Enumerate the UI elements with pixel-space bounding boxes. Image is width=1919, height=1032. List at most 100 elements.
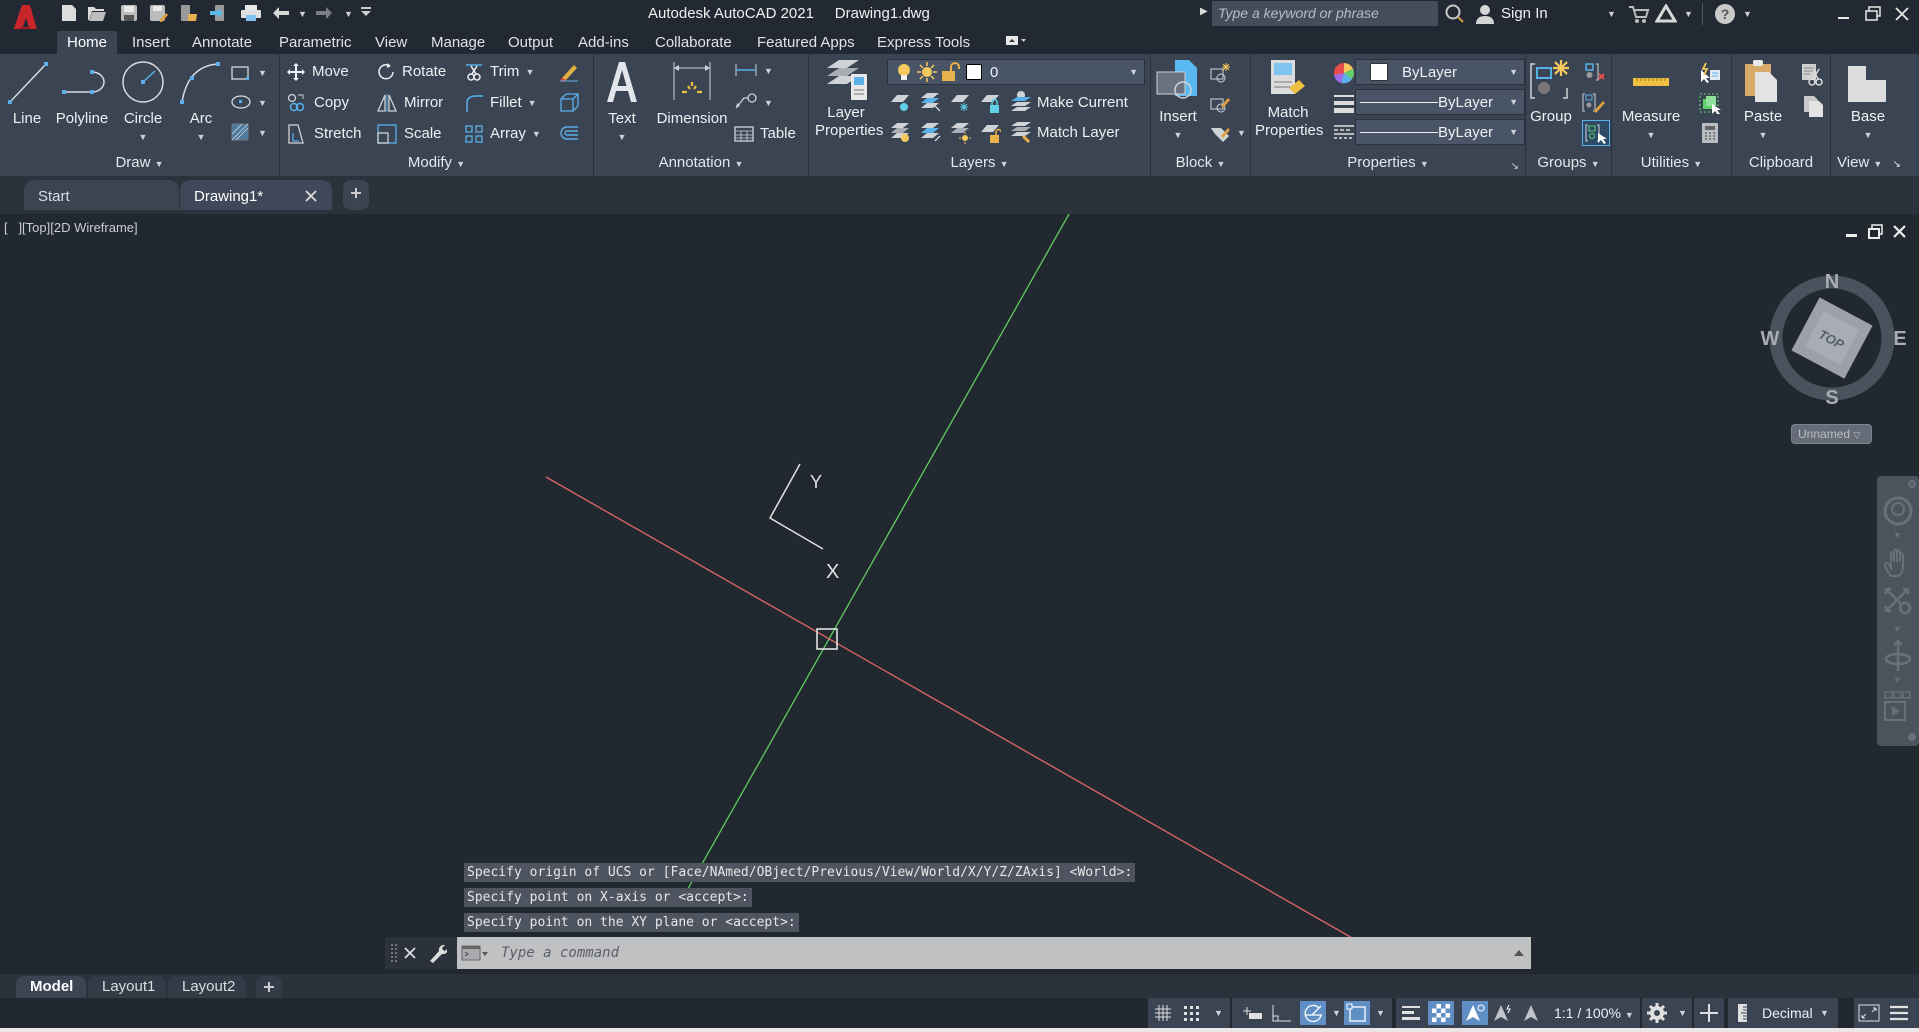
viewport-close-icon[interactable] bbox=[1892, 224, 1908, 240]
arc-button[interactable]: Arc ▼ bbox=[178, 58, 224, 146]
tab-output[interactable]: Output bbox=[498, 31, 563, 54]
calculator-icon[interactable] bbox=[1700, 122, 1720, 144]
groups-panel-title[interactable]: Groups ▼ bbox=[1526, 154, 1611, 174]
tab-home[interactable]: Home bbox=[57, 31, 118, 54]
open-from-mobile-icon[interactable] bbox=[178, 4, 200, 24]
auto-scale-toggle[interactable] bbox=[1490, 1001, 1516, 1025]
circle-dropdown-icon[interactable]: ▼ bbox=[120, 128, 166, 146]
tab-insert[interactable]: Insert bbox=[122, 31, 180, 54]
orbit-dropdown-icon[interactable]: ▼ bbox=[1893, 675, 1902, 685]
customize-quick-access-icon[interactable] bbox=[355, 4, 377, 24]
redo-dropdown-icon[interactable]: ▼ bbox=[344, 9, 353, 19]
help-dropdown-icon[interactable]: ▼ bbox=[1743, 9, 1752, 19]
viewport-minimize-icon[interactable] bbox=[1845, 226, 1859, 240]
paste-dropdown-icon[interactable]: ▼ bbox=[1740, 126, 1786, 144]
tab-model[interactable]: Model bbox=[16, 976, 86, 998]
base-dropdown-icon[interactable]: ▼ bbox=[1845, 126, 1891, 144]
fillet-button[interactable]: Fillet ▼ bbox=[464, 90, 537, 116]
match-layer-button[interactable]: Match Layer bbox=[1037, 120, 1120, 146]
open-icon[interactable] bbox=[86, 4, 108, 24]
properties-panel-title[interactable]: Properties ▼ bbox=[1251, 154, 1525, 174]
workspace-switching-button[interactable] bbox=[1644, 1001, 1670, 1025]
ellipse-dropdown-icon[interactable]: ▼ bbox=[258, 98, 267, 108]
sign-in-button[interactable]: Sign In bbox=[1501, 5, 1548, 22]
ortho-toggle[interactable] bbox=[1268, 1001, 1294, 1025]
layer-unlock-all-icon[interactable] bbox=[979, 122, 1001, 144]
object-color-dropdown[interactable]: ByLayer ▼ bbox=[1355, 59, 1525, 85]
block-panel-title[interactable]: Block ▼ bbox=[1151, 154, 1250, 174]
pan-icon[interactable] bbox=[1883, 548, 1913, 578]
snap-toggle[interactable] bbox=[1178, 1001, 1204, 1025]
orbit-icon[interactable] bbox=[1883, 639, 1913, 673]
navbar-close-icon[interactable] bbox=[1907, 479, 1917, 489]
close-icon[interactable] bbox=[1893, 5, 1911, 23]
linetype-dropdown[interactable]: ByLayer ▼ bbox=[1355, 119, 1525, 145]
view-panel-title[interactable]: View ▼ ↘ bbox=[1831, 154, 1919, 174]
ucs-menu-dropdown[interactable]: Unnamed ▽ bbox=[1791, 424, 1872, 444]
object-snap-toggle[interactable] bbox=[1344, 1001, 1370, 1025]
zoom-extents-icon[interactable] bbox=[1883, 586, 1913, 618]
group-selection-toggle[interactable] bbox=[1582, 120, 1610, 146]
tab-start[interactable]: Start bbox=[24, 180, 179, 210]
match-properties-button[interactable]: Match Properties bbox=[1255, 58, 1323, 140]
insert-button[interactable]: Insert ▼ bbox=[1155, 58, 1201, 144]
dynamic-input-toggle[interactable] bbox=[1240, 1001, 1266, 1025]
measure-dropdown-icon[interactable]: ▼ bbox=[1618, 126, 1684, 144]
tab-annotate[interactable]: Annotate bbox=[182, 31, 262, 54]
plot-icon[interactable] bbox=[240, 4, 262, 24]
steering-wheel-icon[interactable] bbox=[1883, 496, 1913, 528]
insert-dropdown-icon[interactable]: ▼ bbox=[1155, 126, 1201, 144]
units-dropdown-icon[interactable]: ▼ bbox=[1820, 1008, 1829, 1018]
transparency-toggle[interactable] bbox=[1428, 1001, 1454, 1025]
ribbon-minimize-icon[interactable] bbox=[1005, 34, 1027, 48]
compass-south[interactable]: S bbox=[1825, 387, 1838, 409]
dimension-button[interactable]: Dimension bbox=[654, 58, 730, 128]
mirror-button[interactable]: Mirror bbox=[376, 90, 443, 116]
paste-button[interactable]: Paste ▼ bbox=[1740, 58, 1786, 144]
lineweight-dropdown-caret-icon[interactable]: ▼ bbox=[1509, 97, 1518, 107]
rectangle-dropdown-icon[interactable]: ▼ bbox=[258, 68, 267, 78]
layer-on-all-icon[interactable] bbox=[889, 122, 911, 144]
layer-lock-icon[interactable] bbox=[979, 92, 1001, 114]
command-input[interactable]: Type a command bbox=[457, 937, 1531, 969]
layer-dropdown[interactable]: 0 ▼ bbox=[887, 59, 1145, 85]
annotation-panel-title[interactable]: Annotation ▼ bbox=[594, 154, 808, 174]
ucs-icon[interactable]: Y X bbox=[768, 463, 839, 583]
draw-panel-title[interactable]: Draw ▼ bbox=[0, 154, 279, 174]
annotation-visibility-toggle[interactable] bbox=[1462, 1001, 1488, 1025]
edit-block-icon[interactable] bbox=[1209, 92, 1231, 114]
new-icon[interactable] bbox=[58, 4, 80, 24]
trim-button[interactable]: Trim ▼ bbox=[464, 59, 534, 85]
layer-thaw-all-icon[interactable] bbox=[949, 122, 971, 144]
cart-icon[interactable] bbox=[1628, 5, 1650, 25]
layer-unisolate-icon[interactable] bbox=[919, 122, 941, 144]
save-to-mobile-icon[interactable] bbox=[208, 4, 230, 24]
layer-dropdown-caret-icon[interactable]: ▼ bbox=[1129, 67, 1138, 77]
erase-icon[interactable] bbox=[558, 62, 580, 82]
autodesk-a360-icon[interactable] bbox=[1655, 4, 1677, 24]
annotation-scale-icon-btn[interactable] bbox=[1518, 1001, 1544, 1025]
lineweight-dropdown[interactable]: ByLayer ▼ bbox=[1355, 89, 1525, 115]
tab-featured-apps[interactable]: Featured Apps bbox=[747, 31, 865, 54]
layer-isolate-icon[interactable] bbox=[919, 92, 941, 114]
arc-dropdown-icon[interactable]: ▼ bbox=[178, 128, 224, 146]
minimize-icon[interactable] bbox=[1836, 6, 1852, 22]
ellipse-icon[interactable] bbox=[230, 94, 252, 110]
close-command-line-icon[interactable] bbox=[403, 946, 417, 960]
customization-menu-button[interactable] bbox=[1886, 1001, 1912, 1025]
tab-collaborate[interactable]: Collaborate bbox=[645, 31, 742, 54]
tab-layout1[interactable]: Layout1 bbox=[88, 976, 166, 998]
text-dropdown-icon[interactable]: ▼ bbox=[604, 128, 640, 146]
tab-drawing1[interactable]: Drawing1* bbox=[180, 180, 332, 210]
leader-dropdown-icon[interactable]: ▼ bbox=[764, 98, 773, 108]
linear-dimension-dropdown-icon[interactable]: ▼ bbox=[764, 66, 773, 76]
snap-dropdown-icon[interactable]: ▼ bbox=[1214, 1008, 1223, 1018]
color-dropdown-caret-icon[interactable]: ▼ bbox=[1509, 67, 1518, 77]
drawing-viewport[interactable]: [ ][Top][2D Wireframe] Y X TOP N S E W U… bbox=[0, 214, 1919, 974]
tab-express-tools[interactable]: Express Tools bbox=[867, 31, 980, 54]
compass-north[interactable]: N bbox=[1825, 271, 1839, 293]
a360-dropdown-icon[interactable]: ▼ bbox=[1684, 9, 1693, 19]
command-history-expand-icon[interactable] bbox=[1513, 948, 1525, 958]
units-dropdown[interactable]: Decimal bbox=[1762, 1005, 1813, 1021]
undo-dropdown-icon[interactable]: ▼ bbox=[298, 9, 307, 19]
